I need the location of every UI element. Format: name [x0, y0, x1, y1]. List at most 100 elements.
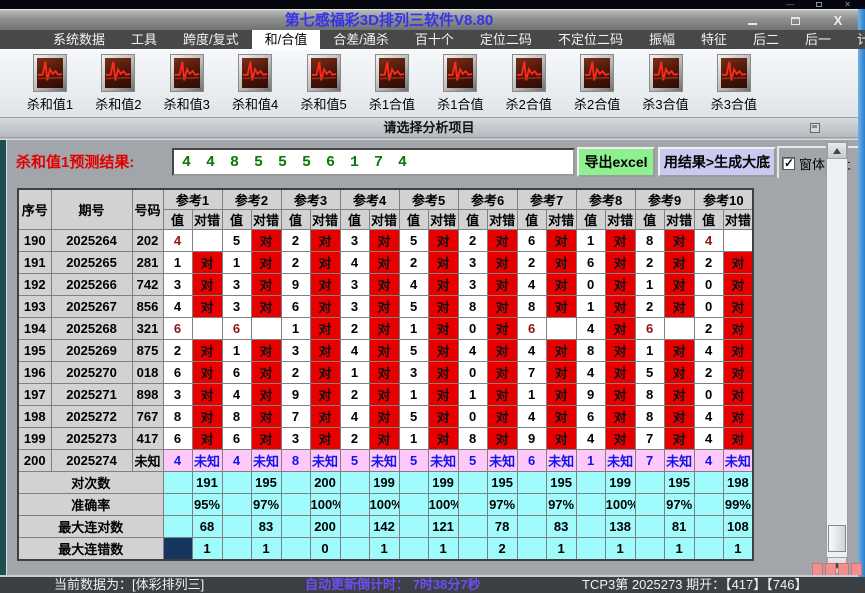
- cell-mark[interactable]: [191, 317, 223, 340]
- cell-value[interactable]: 4: [339, 251, 370, 274]
- row-number[interactable]: 856: [131, 295, 164, 318]
- row-period[interactable]: 2025268: [50, 317, 133, 340]
- summary-gap-cell[interactable]: [516, 515, 547, 538]
- cell-value[interactable]: 4: [516, 273, 547, 296]
- cell-mark[interactable]: 对: [309, 251, 341, 274]
- cell-value[interactable]: 2: [693, 361, 724, 384]
- summary-label[interactable]: 最大连对数: [17, 515, 164, 538]
- cell-value[interactable]: 9: [575, 383, 606, 406]
- cell-mark[interactable]: 对: [250, 339, 282, 362]
- summary-gap-cell[interactable]: [280, 493, 311, 516]
- cell-value[interactable]: 4: [339, 339, 370, 362]
- cell-value[interactable]: 3: [398, 361, 429, 384]
- summary-value[interactable]: 1: [368, 537, 400, 560]
- cell-mark[interactable]: 对: [486, 295, 518, 318]
- summary-gap-cell[interactable]: [162, 515, 193, 538]
- summary-gap-cell[interactable]: [398, 537, 429, 560]
- cell-value[interactable]: 8: [221, 405, 252, 428]
- export-excel-button[interactable]: 导出excel: [577, 147, 655, 177]
- cell-value[interactable]: 2: [634, 251, 665, 274]
- cell-value[interactable]: 4: [693, 405, 724, 428]
- row-period[interactable]: 2025265: [50, 251, 133, 274]
- cell-mark[interactable]: 对: [368, 317, 400, 340]
- cell-mark[interactable]: 对: [604, 383, 636, 406]
- summary-gap-cell[interactable]: [457, 537, 488, 560]
- cell-value[interactable]: 2: [339, 383, 370, 406]
- cell-value[interactable]: 6: [516, 449, 547, 472]
- cell-value[interactable]: 2: [457, 229, 488, 252]
- cell-mark[interactable]: 未知: [486, 449, 518, 472]
- row-period[interactable]: 2025266: [50, 273, 133, 296]
- row-period[interactable]: 2025264: [50, 229, 133, 252]
- cell-mark[interactable]: 对: [604, 427, 636, 450]
- maximize-button[interactable]: [787, 14, 803, 28]
- cell-value[interactable]: 9: [280, 383, 311, 406]
- cell-mark[interactable]: 未知: [604, 449, 636, 472]
- summary-value[interactable]: 68: [191, 515, 223, 538]
- cell-value[interactable]: 4: [516, 405, 547, 428]
- cell-value[interactable]: 2: [516, 251, 547, 274]
- cell-value[interactable]: 4: [575, 317, 606, 340]
- cell-mark[interactable]: 未知: [663, 449, 695, 472]
- tool-button-9[interactable]: 杀2合值: [565, 54, 629, 116]
- row-number[interactable]: 202: [131, 229, 164, 252]
- summary-gap-cell[interactable]: [398, 515, 429, 538]
- cell-mark[interactable]: 对: [191, 295, 223, 318]
- cell-mark[interactable]: 对: [663, 273, 695, 296]
- cell-mark[interactable]: 对: [309, 229, 341, 252]
- summary-gap-cell[interactable]: [693, 515, 724, 538]
- summary-value[interactable]: 1: [427, 537, 459, 560]
- cell-mark[interactable]: 对: [722, 339, 754, 362]
- minimize-button[interactable]: [744, 14, 760, 28]
- cell-value[interactable]: 1: [339, 361, 370, 384]
- row-seq[interactable]: 198: [17, 405, 52, 428]
- row-seq[interactable]: 194: [17, 317, 52, 340]
- summary-gap-cell[interactable]: [516, 471, 547, 494]
- cell-value[interactable]: 6: [221, 317, 252, 340]
- cell-mark[interactable]: 对: [722, 427, 754, 450]
- cell-value[interactable]: 0: [693, 295, 724, 318]
- cell-mark[interactable]: 对: [604, 273, 636, 296]
- cell-value[interactable]: 8: [634, 383, 665, 406]
- summary-value[interactable]: 81: [663, 515, 695, 538]
- summary-value[interactable]: 138: [604, 515, 636, 538]
- row-period[interactable]: 2025269: [50, 339, 133, 362]
- cell-mark[interactable]: 对: [427, 405, 459, 428]
- summary-value[interactable]: 199: [427, 471, 459, 494]
- cell-mark[interactable]: 对: [309, 383, 341, 406]
- row-seq[interactable]: 190: [17, 229, 52, 252]
- cell-mark[interactable]: 对: [427, 251, 459, 274]
- cell-mark[interactable]: 对: [486, 361, 518, 384]
- row-number[interactable]: 018: [131, 361, 164, 384]
- summary-gap-cell[interactable]: [457, 515, 488, 538]
- cell-value[interactable]: 1: [575, 295, 606, 318]
- cell-mark[interactable]: 对: [722, 295, 754, 318]
- row-seq[interactable]: 192: [17, 273, 52, 296]
- cell-mark[interactable]: 未知: [427, 449, 459, 472]
- summary-gap-cell[interactable]: [162, 471, 193, 494]
- summary-gap-cell[interactable]: [221, 493, 252, 516]
- cell-value[interactable]: 5: [398, 405, 429, 428]
- cell-value[interactable]: 6: [575, 251, 606, 274]
- tool-button-7[interactable]: 杀1合值: [428, 54, 492, 116]
- cell-value[interactable]: 4: [398, 273, 429, 296]
- row-seq[interactable]: 191: [17, 251, 52, 274]
- cell-mark[interactable]: 对: [368, 361, 400, 384]
- cell-mark[interactable]: 对: [191, 339, 223, 362]
- cell-value[interactable]: 8: [280, 449, 311, 472]
- cell-value[interactable]: 3: [162, 383, 193, 406]
- cell-value[interactable]: 2: [280, 361, 311, 384]
- cell-mark[interactable]: 对: [545, 251, 577, 274]
- cell-value[interactable]: 0: [457, 405, 488, 428]
- tool-button-4[interactable]: 杀和值4: [223, 54, 287, 116]
- cell-value[interactable]: 3: [339, 295, 370, 318]
- cell-value[interactable]: 5: [398, 229, 429, 252]
- cell-mark[interactable]: 对: [368, 273, 400, 296]
- summary-gap-cell[interactable]: [162, 537, 193, 560]
- summary-value[interactable]: 200: [309, 471, 341, 494]
- cell-value[interactable]: 2: [280, 251, 311, 274]
- summary-label[interactable]: 准确率: [17, 493, 164, 516]
- cell-value[interactable]: 6: [634, 317, 665, 340]
- cell-mark[interactable]: 对: [545, 273, 577, 296]
- cell-value[interactable]: 2: [693, 317, 724, 340]
